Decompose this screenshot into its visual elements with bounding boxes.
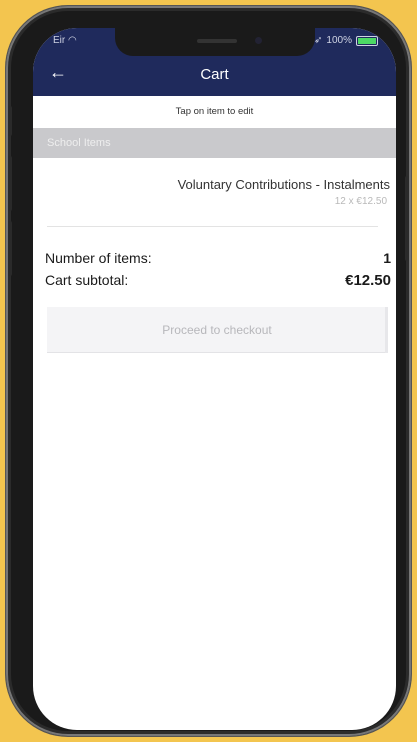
- status-carrier: Eir ◠: [53, 35, 77, 46]
- subtotal-value: €12.50: [345, 271, 391, 289]
- speaker: [197, 39, 237, 43]
- section-header: School Items: [33, 128, 396, 158]
- subtotal-label: Cart subtotal:: [45, 272, 129, 288]
- items-count-value: 1: [383, 250, 391, 266]
- volume-up-button: [8, 156, 12, 211]
- battery-icon: [356, 35, 378, 46]
- cart-item-detail: 12 x €12.50: [334, 196, 387, 207]
- phone-frame: Eir ◠ ➶ 100% ← Cart Tap on item to edit …: [6, 6, 411, 736]
- volume-down-button: [8, 221, 12, 276]
- nav-header: Eir ◠ ➶ 100% ← Cart: [33, 28, 396, 96]
- checkout-button[interactable]: Proceed to checkout: [47, 307, 387, 353]
- divider: [47, 226, 378, 227]
- location-icon: ➶: [314, 35, 323, 46]
- cart-item[interactable]: Voluntary Contributions - Instalments 12…: [33, 158, 396, 228]
- subtotal-row: Cart subtotal: €12.50: [45, 269, 391, 291]
- page-title: Cart: [200, 66, 229, 83]
- items-count-label: Number of items:: [45, 250, 152, 266]
- wifi-icon: ◠: [68, 35, 77, 46]
- cart-item-name: Voluntary Contributions - Instalments: [177, 177, 390, 192]
- edit-hint: Tap on item to edit: [175, 106, 254, 117]
- status-right: ➶ 100%: [314, 35, 378, 46]
- power-button: [405, 176, 409, 261]
- notch: [115, 28, 315, 56]
- camera: [255, 37, 262, 44]
- items-count-row: Number of items: 1: [45, 247, 391, 269]
- mute-switch: [8, 106, 12, 136]
- screen: Eir ◠ ➶ 100% ← Cart Tap on item to edit …: [33, 28, 396, 730]
- cart-totals: Number of items: 1 Cart subtotal: €12.50: [45, 247, 391, 291]
- checkout-button-edge: [385, 307, 388, 353]
- battery-percent: 100%: [326, 35, 352, 46]
